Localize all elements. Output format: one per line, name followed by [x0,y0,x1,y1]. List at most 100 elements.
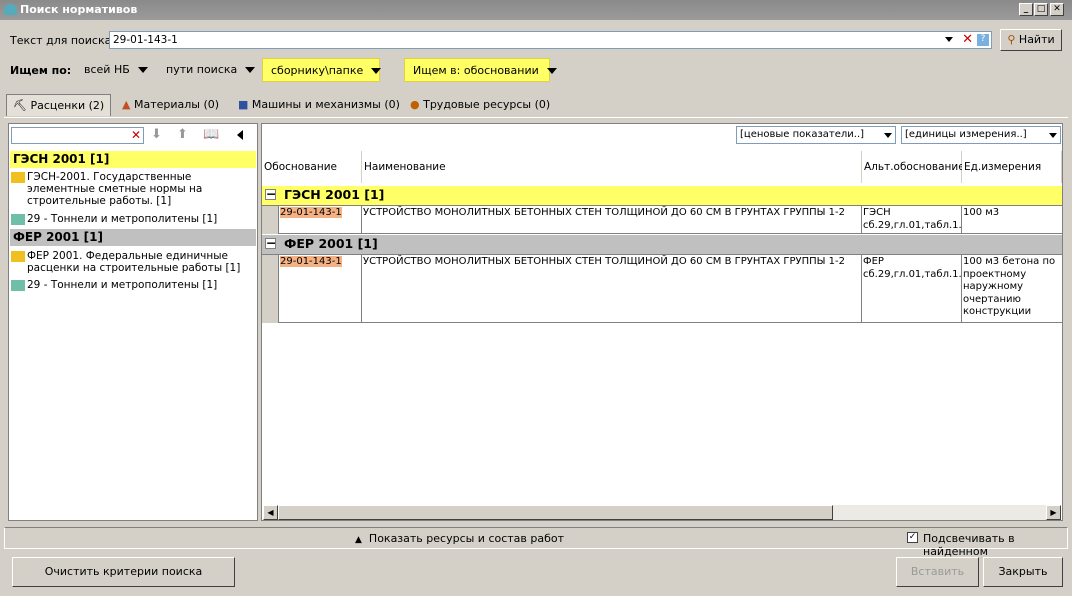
filter-search-path-label: пути поиска [166,63,238,76]
table-row[interactable]: 29-01-143-1 УСТРОЙСТВО МОНОЛИТНЫХ БЕТОНН… [262,254,1062,323]
tab-labor-label: Трудовые ресурсы (0) [423,98,551,111]
filter-search-in-label: Ищем в: обосновании [413,64,539,77]
book-item-icon [11,280,25,291]
minimize-button[interactable]: _ [1019,3,1033,16]
highlight-label: Подсвечивать в найденном [923,532,1015,558]
tree-folder-gesn[interactable]: ГЭСН-2001. Государственные элементные см… [9,171,253,207]
units-dropdown[interactable]: [единицы измерения..] [901,126,1061,144]
code-value: 29-01-143-1 [280,256,342,267]
tree-group-gesn[interactable]: ГЭСН 2001 [1] [10,151,256,168]
tab-materials-label: Материалы (0) [133,98,220,111]
close-button[interactable]: Закрыть [983,557,1063,587]
tab-machines[interactable]: ■ Машины и механизмы (0) [232,94,406,116]
show-resources-toggle[interactable]: ▲ Показать ресурсы и состав работ [355,532,564,545]
tab-rates[interactable]: ⛏ Расценки (2) [6,94,112,116]
tree-folder-fer-label: ФЕР 2001. Федеральные единичные расценки… [27,250,241,274]
tree-folder-gesn-label: ГЭСН-2001. Государственные элементные см… [27,171,203,207]
collapse-left-icon[interactable] [237,130,243,140]
clear-icon[interactable]: ✕ [131,128,141,142]
chevron-down-icon [884,133,892,138]
filter-all-nb[interactable]: всей НБ [76,58,156,82]
grid-group-gesn-title: ГЭСН 2001 [1] [284,187,385,202]
horizontal-scrollbar[interactable]: ◀ ▶ [263,505,1061,520]
scroll-thumb[interactable] [278,505,833,520]
rates-icon: ⛏ [13,99,27,112]
chevron-down-icon [137,67,148,73]
highlight-checkbox[interactable]: ✓ [907,532,918,543]
scroll-right-button[interactable]: ▶ [1046,505,1061,520]
results-panel: [ценовые показатели..] [единицы измерени… [261,123,1063,521]
labor-icon: ● [410,98,420,111]
bottom-bar: ▲ Показать ресурсы и состав работ ✓ Подс… [4,527,1068,558]
search-label: Текст для поиска: [10,34,116,47]
insert-button[interactable]: Вставить [896,557,979,587]
tree-item-gesn-29-label: 29 - Тоннели и метрополитены [1] [27,213,218,225]
collapse-icon[interactable]: − [265,187,276,200]
code-value: 29-01-143-1 [280,207,342,218]
tree-item-fer-29-label: 29 - Тоннели и метрополитены [1] [27,279,218,291]
tab-materials[interactable]: ▲ Материалы (0) [116,94,225,116]
col-name[interactable]: Наименование [362,151,862,183]
clear-criteria-label: Очистить критерии поиска [44,565,203,578]
units-label: [единицы измерения..] [905,129,1027,140]
grid-group-fer[interactable]: − ФЕР 2001 [1] [262,235,1062,254]
tree-item-fer-29[interactable]: 29 - Тоннели и метрополитены [1] [9,279,253,291]
grid-header: Обоснование Наименование Альт.обосновани… [262,151,1062,183]
window-title: Поиск нормативов [20,3,138,16]
find-label: Найти [1018,33,1055,46]
filter-search-in[interactable]: Ищем в: обосновании [404,58,557,82]
machines-icon: ■ [238,98,249,111]
app-icon [4,4,17,15]
close-label: Закрыть [998,565,1048,578]
cell-code: 29-01-143-1 [278,206,362,234]
tree-group-gesn-title: ГЭСН 2001 [1] [13,152,110,166]
tab-rates-label: Расценки (2) [30,99,105,112]
clear-criteria-button[interactable]: Очистить критерии поиска [12,557,235,587]
search-dropdown-icon[interactable] [945,37,953,42]
find-button[interactable]: ⚲ Найти [1000,29,1062,51]
arrow-down-icon[interactable]: ⬇ [151,127,162,142]
cell-code: 29-01-143-1 [278,255,362,323]
clear-icon[interactable]: ✕ [962,32,973,47]
grid-group-gesn[interactable]: − ГЭСН 2001 [1] [262,186,1062,205]
tree-folder-fer[interactable]: ФЕР 2001. Федеральные единичные расценки… [9,250,253,274]
tree-filter-input[interactable]: ✕ [11,127,144,144]
tab-labor[interactable]: ● Трудовые ресурсы (0) [404,94,556,116]
cell-unit: 100 м3 [963,207,1000,218]
tab-machines-label: Машины и механизмы (0) [251,98,400,111]
cell-alt: ФЕР сб.29,гл.01,табл.1... [862,255,962,323]
collapse-icon[interactable]: − [265,236,276,249]
table-row[interactable]: 29-01-143-1 УСТРОЙСТВО МОНОЛИТНЫХ БЕТОНН… [262,205,1062,234]
chevron-down-icon [546,68,557,74]
filter-search-path[interactable]: пути поиска [158,58,263,82]
filters-label: Ищем по: [10,64,72,77]
book-item-icon [11,214,25,225]
chevron-down-icon [371,68,382,74]
scroll-left-button[interactable]: ◀ [263,505,278,520]
filter-collection-label: сборнику\папке [271,64,364,77]
title-bar: Поиск нормативов _ □ ✕ [0,0,1072,20]
search-input[interactable]: 29-01-143-1 ✕ ? [109,31,992,49]
tree-group-fer[interactable]: ФЕР 2001 [1] [10,229,256,246]
folder-icon [11,172,25,183]
arrow-up-icon[interactable]: ⬆ [177,127,188,142]
materials-icon: ▲ [122,98,131,111]
tree-item-gesn-29[interactable]: 29 - Тоннели и метрополитены [1] [9,213,253,225]
tabs-divider [4,117,1068,118]
help-icon[interactable]: ? [977,34,989,46]
filter-all-nb-label: всей НБ [84,63,130,76]
show-resources-label: Показать ресурсы и состав работ [368,532,565,545]
price-indicators-dropdown[interactable]: [ценовые показатели..] [736,126,896,144]
chevron-down-icon [245,67,256,73]
cell-alt: ГЭСН сб.29,гл.01,табл.1... [862,206,962,234]
col-unit[interactable]: Ед.измерения [962,151,1062,183]
col-code[interactable]: Обоснование [262,151,362,183]
chevron-down-icon [1049,133,1057,138]
close-window-button[interactable]: ✕ [1050,3,1064,16]
book-icon[interactable]: 📖 [203,127,219,142]
cell-name: УСТРОЙСТВО МОНОЛИТНЫХ БЕТОННЫХ СТЕН ТОЛЩ… [362,255,862,323]
col-alt[interactable]: Альт.обоснование [862,151,965,183]
triangle-up-icon: ▲ [355,535,362,545]
maximize-button[interactable]: □ [1034,3,1048,16]
filter-collection[interactable]: сборнику\папке [262,58,382,82]
